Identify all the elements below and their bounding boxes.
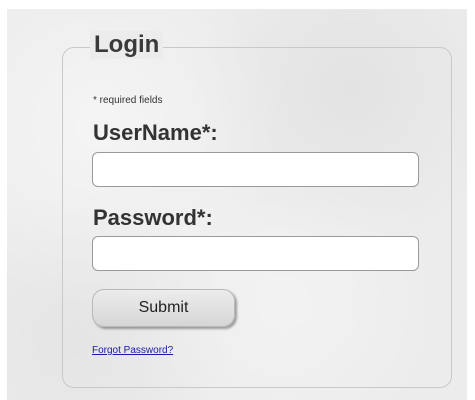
submit-button[interactable]: Submit — [92, 289, 235, 327]
password-label: Password*: — [93, 205, 213, 230]
username-input[interactable] — [92, 152, 419, 187]
required-fields-note: * required fields — [93, 95, 163, 106]
login-title: Login — [90, 31, 164, 59]
password-input[interactable] — [92, 236, 419, 271]
username-label: UserName*: — [93, 120, 218, 145]
forgot-password-link[interactable]: Forgot Password? — [92, 345, 173, 356]
